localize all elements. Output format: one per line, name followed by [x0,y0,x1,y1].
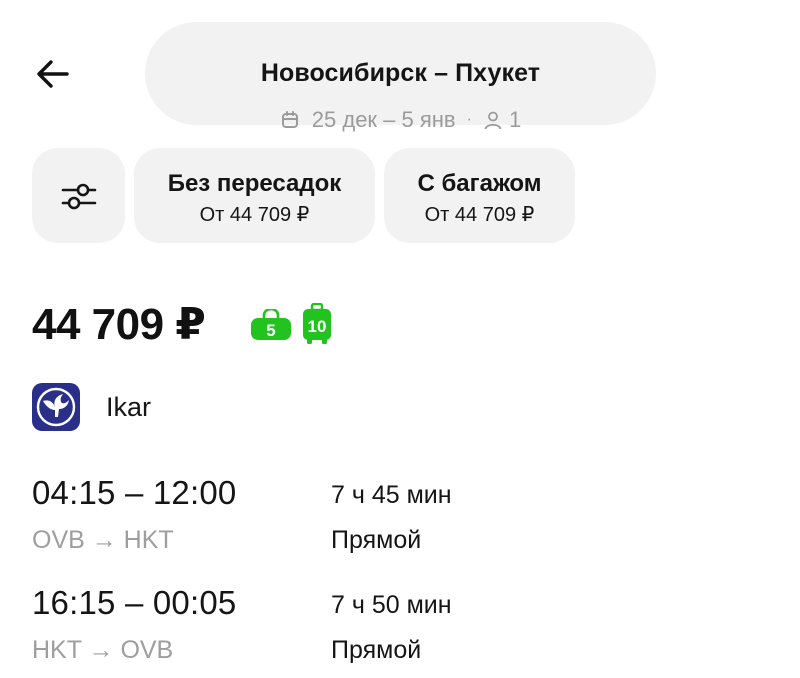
flight-times-return: 16:15 – 00:05 [32,584,237,621]
filter-nonstop-price: От 44 709 ₽ [199,204,310,226]
sliders-icon [61,183,96,209]
flight-duration-outbound: 7 ч 45 мин [331,481,452,509]
arrow-left-icon [37,60,69,88]
passenger-count: 1 [508,107,522,132]
flight-stops-outbound: Прямой [331,526,422,554]
calendar-icon [281,111,298,128]
filters-button[interactable] [32,148,125,243]
offer-price: 44 709 ₽ [32,300,206,349]
filter-baggage[interactable]: С багажом От 44 709 ₽ [384,148,575,243]
pegasus-logo-icon [36,387,76,427]
search-meta: 25 дек – 5 янв · 1 [145,107,656,133]
filter-nonstop-label: Без пересадок [167,170,342,197]
hand-baggage-icon: 5 [251,309,291,340]
flight-duration-return: 7 ч 50 мин [331,591,452,619]
flight-route-return: HKT → OVB [32,636,174,664]
meta-separator: · [466,111,472,128]
filter-baggage-label: С багажом [417,170,542,197]
flight-route-outbound: OVB → HKT [32,526,174,554]
search-summary[interactable]: Новосибирск – Пхукет 25 дек – 5 янв · 1 [145,22,656,132]
passenger-icon [484,111,502,130]
route-title: Новосибирск – Пхукет [260,59,541,87]
airline-name: Ikar [106,392,152,422]
checked-baggage-weight: 10 [308,317,327,336]
filter-baggage-price: От 44 709 ₽ [424,204,535,226]
airline-logo [32,383,80,431]
hand-baggage-weight: 5 [266,321,275,340]
travel-dates: 25 дек – 5 янв [311,107,456,132]
filter-nonstop[interactable]: Без пересадок От 44 709 ₽ [134,148,375,243]
checked-baggage-icon: 10 [303,303,331,344]
flight-times-outbound: 04:15 – 12:00 [32,474,237,511]
flight-stops-return: Прямой [331,636,422,664]
back-button[interactable] [28,52,76,96]
